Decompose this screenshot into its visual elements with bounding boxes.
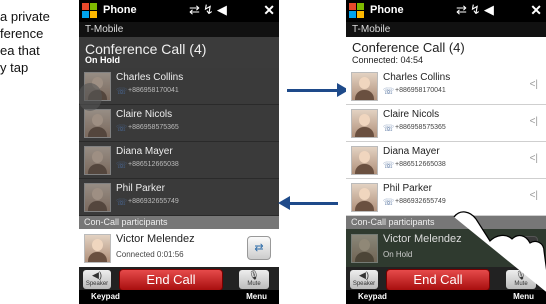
volume-icon: ◀ <box>216 2 230 17</box>
carrier-label: T-Mobile <box>346 22 546 37</box>
sync-icon: ⇄ <box>456 2 470 17</box>
participant-name: Claire Nicols <box>116 109 173 120</box>
participant-number: +886958575365 <box>395 124 446 131</box>
speaker-icon: ◀) <box>92 270 102 280</box>
avatar <box>351 234 378 263</box>
status-bar: Phone ⇄↯◀ ✕ <box>346 0 546 22</box>
windows-start-icon[interactable] <box>82 3 98 19</box>
participant-name: Charles Collins <box>383 72 451 83</box>
menu-softkey[interactable]: Menu <box>246 292 267 301</box>
join-call-button[interactable]: ⇄ <box>247 236 271 260</box>
participant-number: +886512665038 <box>128 161 179 168</box>
phone-screen-left: Phone ⇄↯◀ ✕ T-Mobile Conference Call (4)… <box>79 0 279 304</box>
private-call-icon[interactable]: <| <box>530 190 538 201</box>
participant-row[interactable]: Phil Parker ☏ +886932655749 <box>79 179 279 216</box>
status-icons: ⇄↯◀ <box>456 2 497 18</box>
sync-icon: ⇄ <box>189 2 203 17</box>
app-title: Phone <box>370 4 404 16</box>
participant-number: +886958575365 <box>128 124 179 131</box>
participant-number: +886512665038 <box>395 161 446 168</box>
status-icons: ⇄↯◀ <box>189 2 230 18</box>
participant-row[interactable]: Charles Collins ☏ +886958170041 <| <box>346 68 546 105</box>
softkey-bar: Keypad Menu <box>79 290 279 304</box>
carrier-label: T-Mobile <box>79 22 279 37</box>
active-call-row[interactable]: Victor Melendez Connected 0:01:56 ⇄ <box>79 229 279 267</box>
phone-icon: ☏ <box>383 123 395 133</box>
avatar <box>84 146 111 175</box>
participant-name: Charles Collins <box>116 72 184 83</box>
hand-illustration <box>79 83 102 111</box>
phone-icon: ☏ <box>116 197 128 207</box>
speaker-button[interactable]: ◀) Speaker <box>350 270 378 289</box>
participant-name: Diana Mayer <box>383 146 440 157</box>
end-call-button[interactable]: End Call <box>119 269 223 291</box>
signal-icon: ↯ <box>469 2 484 17</box>
mute-icon: 🎙 <box>248 270 260 280</box>
windows-start-icon[interactable] <box>349 3 365 19</box>
participant-name: Claire Nicols <box>383 109 440 120</box>
private-call-icon[interactable]: <| <box>530 153 538 164</box>
mute-button[interactable]: 🎙 Mute <box>239 270 269 289</box>
phone-icon: ☏ <box>116 123 128 133</box>
avatar <box>351 72 378 101</box>
participant-row[interactable]: Charles Collins ☏ +886958170041 <box>79 68 279 105</box>
call-controls: ◀) Speaker End Call 🎙 Mute <box>79 267 279 291</box>
arrow-right-icon <box>287 83 349 97</box>
app-title: Phone <box>103 4 137 16</box>
participant-number: +886932655749 <box>395 198 446 205</box>
phone-icon: ☏ <box>383 160 395 170</box>
participant-list: Charles Collins ☏ +886958170041 Claire N… <box>79 68 279 216</box>
speaker-icon: ◀) <box>359 270 369 280</box>
avatar <box>351 146 378 175</box>
call-status: Connected 0:01:56 <box>116 250 184 259</box>
close-icon[interactable]: ✕ <box>263 2 275 19</box>
speaker-button[interactable]: ◀) Speaker <box>83 270 111 289</box>
caption-text: a private ference ea that y tap <box>0 8 78 76</box>
phone-icon: ☏ <box>116 160 128 170</box>
avatar <box>84 183 111 212</box>
section-header: Con-Call participants <box>79 216 279 229</box>
caption-line: a private <box>0 9 50 24</box>
participant-row[interactable]: Claire Nicols ☏ +886958575365 <box>79 105 279 142</box>
phone-icon: ☏ <box>383 197 395 207</box>
caption-line: ea that <box>0 43 40 58</box>
conference-status: On Hold <box>85 55 120 65</box>
private-call-icon[interactable]: <| <box>530 116 538 127</box>
participant-name: Phil Parker <box>383 183 432 194</box>
participant-number: +886958170041 <box>395 87 446 94</box>
call-status: On Hold <box>383 250 413 259</box>
private-call-icon[interactable]: <| <box>530 79 538 90</box>
participant-row[interactable]: Diana Mayer ☏ +886512665038 <| <box>346 142 546 179</box>
participant-list: Charles Collins ☏ +886958170041 <| Clair… <box>346 68 546 216</box>
keypad-softkey[interactable]: Keypad <box>91 292 120 301</box>
conference-title: Conference Call (4) <box>352 40 465 55</box>
participant-row[interactable]: Diana Mayer ☏ +886512665038 <box>79 142 279 179</box>
caption-line: y tap <box>0 60 29 75</box>
phone-icon: ☏ <box>116 86 128 96</box>
volume-icon: ◀ <box>483 2 497 17</box>
avatar <box>84 109 111 138</box>
close-icon[interactable]: ✕ <box>530 2 542 19</box>
signal-icon: ↯ <box>202 2 217 17</box>
participant-number: +886958170041 <box>128 87 179 94</box>
avatar <box>351 183 378 212</box>
avatar <box>84 234 111 263</box>
phone-screen-right: Phone ⇄↯◀ ✕ T-Mobile Conference Call (4)… <box>346 0 546 304</box>
conference-header: Conference Call (4) Connected: 04:54 <box>346 37 546 68</box>
status-bar: Phone ⇄↯◀ ✕ <box>79 0 279 22</box>
phone-icon: ☏ <box>383 86 395 96</box>
caller-name: Victor Melendez <box>116 233 195 245</box>
participant-number: +886932655749 <box>128 198 179 205</box>
participant-name: Diana Mayer <box>116 146 173 157</box>
conference-header: Conference Call (4) On Hold <box>79 37 279 68</box>
avatar <box>351 109 378 138</box>
caption-line: ference <box>0 26 44 41</box>
conference-status: Connected: 04:54 <box>352 55 424 65</box>
hand-illustration <box>453 211 546 292</box>
keypad-softkey[interactable]: Keypad <box>358 292 387 301</box>
participant-row[interactable]: Claire Nicols ☏ +886958575365 <| <box>346 105 546 142</box>
participant-name: Phil Parker <box>116 183 165 194</box>
arrow-left-icon <box>278 196 338 210</box>
